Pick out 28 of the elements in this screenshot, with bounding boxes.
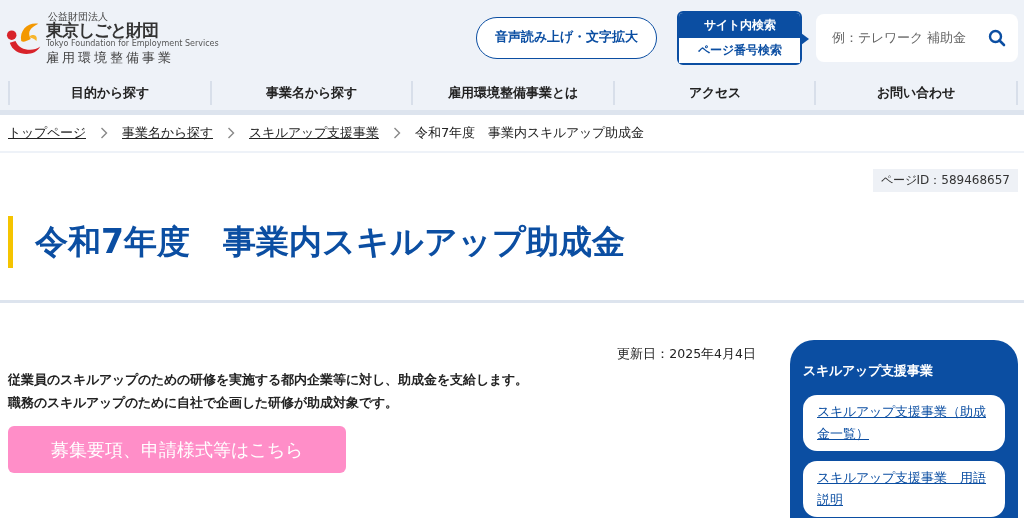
intro-text: 従業員のスキルアップのための研修を実施する都内企業等に対し、助成金を支給します。 — [8, 373, 529, 387]
logo-subtitle: 公益財団法人 — [48, 11, 109, 22]
search-icon[interactable] — [988, 28, 1006, 47]
intro-text: 職務のスキルアップのために自社で企画した研修が助成対象です。 — [8, 396, 399, 410]
breadcrumb-current: 令和7年度 事業内スキルアップ助成金 — [415, 124, 645, 142]
page-id-badge: ページID：589468657 — [872, 169, 1018, 192]
sidebar-title: スキルアップ支援事業 — [803, 362, 934, 380]
nav-item[interactable]: 目的から探す — [8, 80, 210, 105]
nav-item[interactable]: アクセス — [612, 80, 815, 105]
nav-item[interactable]: お問い合わせ — [814, 80, 1018, 105]
logo-english: Tokyo Foundation for Employment Services — [46, 39, 219, 48]
sidebar-link[interactable]: スキルアップ支援事業 用語説明 — [817, 467, 991, 511]
chevron-icon — [393, 127, 401, 139]
nav-item[interactable]: 雇用環境整備事業とは — [411, 80, 613, 105]
sidebar-link[interactable]: スキルアップ支援事業（助成金一覧） — [817, 401, 991, 445]
chevron-icon — [100, 127, 108, 139]
accessibility-button[interactable]: 音声読み上げ・文字拡大 — [476, 16, 657, 59]
nav-item[interactable]: 事業名から探す — [209, 80, 412, 105]
breadcrumb-link[interactable]: トップページ — [8, 124, 86, 142]
chevron-icon — [227, 127, 235, 139]
logo-name: 東京しごと財団 — [46, 21, 158, 39]
search-field[interactable]: 例：テレワーク 補助金 — [816, 13, 1018, 62]
breadcrumb-link[interactable]: 事業名から探す — [122, 124, 213, 142]
updated-date: 更新日：2025年4月4日 — [617, 346, 756, 363]
logo-division: 雇用環境整備事業 — [46, 50, 175, 64]
breadcrumb-link[interactable]: スキルアップ支援事業 — [249, 124, 379, 142]
search-tab[interactable]: サイト内検索 — [679, 12, 800, 38]
page-title: 令和7年度 事業内スキルアップ助成金 — [8, 216, 1024, 268]
